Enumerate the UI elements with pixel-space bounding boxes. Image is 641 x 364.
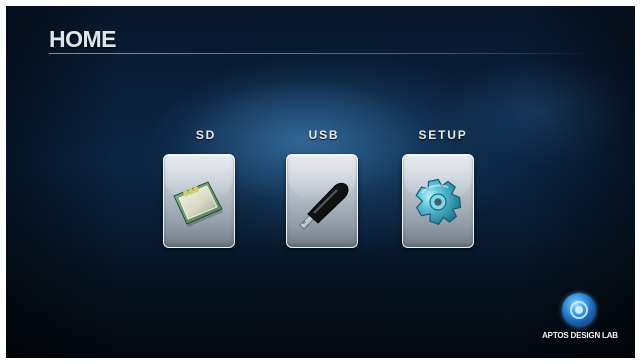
sd-button[interactable] xyxy=(163,154,235,248)
aptos-logo xyxy=(562,293,596,327)
gear-icon xyxy=(415,178,462,226)
title-divider xyxy=(49,53,595,54)
sd-label: SD xyxy=(195,128,217,142)
usb-drive-icon xyxy=(299,182,349,230)
home-screen: HOME SD USB SETUP APTOS DESIGN LAB xyxy=(6,6,635,358)
brand-text: APTOS DESIGN LAB xyxy=(542,331,618,340)
setup-label: SETUP xyxy=(418,128,468,142)
usb-button[interactable] xyxy=(286,154,358,248)
page-title: HOME xyxy=(49,26,117,52)
brand-block: APTOS DESIGN LAB xyxy=(542,293,618,353)
sd-card-icon xyxy=(173,181,223,227)
setup-button[interactable] xyxy=(402,154,474,248)
usb-label: USB xyxy=(308,128,340,142)
